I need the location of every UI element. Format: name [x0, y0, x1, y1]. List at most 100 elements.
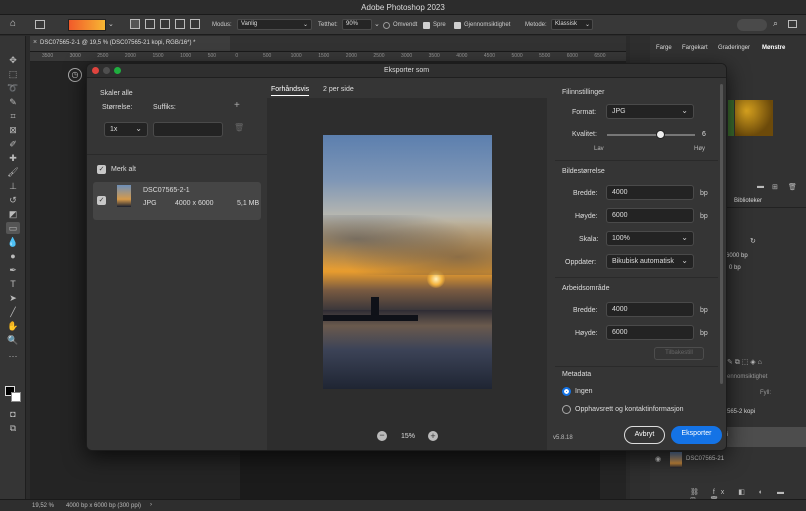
width-input[interactable]: 4000	[606, 185, 694, 200]
workspace-icon[interactable]	[788, 20, 797, 28]
tab-two-up[interactable]: 2 per side	[323, 86, 354, 93]
pattern-thumbnail-2[interactable]	[728, 100, 734, 136]
linear-gradient-icon[interactable]	[130, 19, 140, 29]
canvas-height-input[interactable]: 6000	[606, 325, 694, 340]
reset-button[interactable]: Tilbakestill	[654, 347, 704, 360]
reflected-gradient-icon[interactable]	[175, 19, 185, 29]
density-input[interactable]: 90%	[342, 19, 372, 30]
layer-row[interactable]: 565-2 kopi	[727, 405, 806, 423]
tab-patterns[interactable]: Mønstre	[762, 45, 785, 51]
eyedropper-tool-icon[interactable]: ✐	[6, 138, 20, 150]
mode-label: Modus:	[212, 22, 232, 28]
preview-image[interactable]	[323, 135, 492, 389]
gradient-swatch[interactable]	[68, 19, 106, 31]
cancel-button[interactable]: Avbryt	[624, 426, 665, 444]
angle-gradient-icon[interactable]	[160, 19, 170, 29]
tab-libraries[interactable]: Biblioteker	[734, 198, 762, 204]
chevron-down-icon: ⌄	[584, 22, 590, 28]
pattern-thumbnail[interactable]	[735, 100, 773, 136]
crop-tool-icon[interactable]: ⌗	[6, 110, 20, 122]
partial-text-fill: Fyll:	[760, 390, 771, 396]
marquee-tool-icon[interactable]: ⬚	[6, 68, 20, 80]
stamp-tool-icon[interactable]: ⊥	[6, 180, 20, 192]
line-tool-icon[interactable]: ╱	[6, 306, 20, 318]
search-icon[interactable]: ⌕	[773, 18, 778, 29]
close-icon[interactable]: ×	[33, 39, 37, 46]
history-icon[interactable]: ◷	[68, 68, 82, 82]
quick-mask-icon[interactable]: ◘	[6, 408, 20, 420]
quality-slider-track[interactable]	[607, 134, 695, 136]
add-icon[interactable]: ⊞	[772, 183, 778, 191]
folder-icon[interactable]: ▬	[757, 183, 764, 190]
mode-select[interactable]: Vanlig ⌄	[237, 19, 312, 30]
pen-tool-icon[interactable]: ✒	[6, 264, 20, 276]
zoom-tool-icon[interactable]: 🔍	[6, 334, 20, 346]
dither-checkbox[interactable]	[423, 22, 430, 29]
partial-text-opacity: ennomsiktighet	[727, 374, 768, 380]
rotate-icon[interactable]: ↻	[750, 237, 756, 245]
width-value: 4000	[612, 189, 628, 196]
diamond-gradient-icon[interactable]	[190, 19, 200, 29]
trash-icon[interactable]: 🗑	[788, 183, 797, 191]
quick-select-tool-icon[interactable]: ✎	[6, 96, 20, 108]
suffix-input[interactable]	[153, 122, 223, 137]
method-select[interactable]: Klassisk ⌄	[551, 19, 593, 30]
tab-preview[interactable]: Forhåndsvis	[271, 86, 310, 96]
select-all-checkbox[interactable]: ✓	[97, 165, 106, 174]
tab-swatches[interactable]: Fargekart	[682, 45, 708, 51]
status-zoom[interactable]: 19,52 %	[32, 503, 54, 509]
zoom-out-icon[interactable]: −	[377, 431, 387, 441]
export-button[interactable]: Eksporter	[671, 426, 722, 444]
ruler-tick-label: 1000	[290, 53, 302, 59]
reverse-radio[interactable]	[383, 22, 390, 29]
height-input[interactable]: 6000	[606, 208, 694, 223]
status-arrow-icon[interactable]: ›	[150, 502, 152, 508]
move-tool-icon[interactable]: ✥	[6, 54, 20, 66]
tab-gradients[interactable]: Graderinger	[718, 45, 750, 51]
type-tool-icon[interactable]: T	[6, 278, 20, 290]
gradient-tool-icon[interactable]: ▭	[6, 222, 20, 234]
layer-row-selected[interactable]: i	[727, 427, 806, 447]
lasso-tool-icon[interactable]: ➰	[6, 82, 20, 94]
eye-icon[interactable]: ◉	[655, 455, 661, 463]
gradient-dropdown-chevron-icon[interactable]: ⌄	[108, 20, 114, 28]
radial-gradient-icon[interactable]	[145, 19, 155, 29]
home-icon[interactable]: ⌂	[10, 18, 22, 30]
blur-tool-icon[interactable]: 💧	[6, 236, 20, 248]
ruler: 3500 3000 2500 2000 1500 1000 500 0 500 1000 1500 2…	[30, 52, 626, 62]
dodge-tool-icon[interactable]: ●	[6, 250, 20, 262]
screen-mode-icon[interactable]: ⧉	[6, 422, 20, 434]
history-brush-tool-icon[interactable]: ↺	[6, 194, 20, 206]
background-color-swatch[interactable]	[11, 392, 21, 402]
sea	[323, 310, 492, 389]
metadata-none-radio[interactable]	[562, 387, 571, 396]
brush-tool-icon[interactable]: 🖌	[6, 166, 20, 178]
layer-row[interactable]: ◉ DSC07565-21	[650, 450, 806, 470]
document-tab[interactable]: × DSC07565-2-1 @ 19,5 % (DSC07565-21 kop…	[30, 36, 230, 51]
more-tools-icon[interactable]: ···	[6, 350, 20, 362]
density-chevron-icon[interactable]: ⌄	[374, 20, 380, 28]
preview-zoom: 15%	[401, 433, 416, 440]
scale-select[interactable]: 100% ⌄	[606, 231, 694, 246]
scale-size-select[interactable]: 1x ⌄	[104, 122, 148, 137]
healing-tool-icon[interactable]: ✚	[6, 152, 20, 164]
tab-color[interactable]: Farge	[656, 45, 672, 51]
add-scale-icon[interactable]: +	[234, 100, 240, 111]
hand-tool-icon[interactable]: ✋	[6, 320, 20, 332]
zoom-in-icon[interactable]: +	[428, 431, 438, 441]
canvas-width-input[interactable]: 4000	[606, 302, 694, 317]
eraser-tool-icon[interactable]: ◩	[6, 208, 20, 220]
scrollbar[interactable]	[720, 84, 723, 384]
transparency-checkbox[interactable]	[454, 22, 461, 29]
file-checkbox[interactable]: ✓	[97, 196, 106, 205]
trash-icon[interactable]: 🗑	[234, 123, 244, 132]
brush-preset-icon[interactable]	[35, 20, 45, 29]
quality-slider-thumb[interactable]	[655, 130, 665, 139]
resample-select[interactable]: Bikubisk automatisk ⌄	[606, 254, 694, 269]
path-select-tool-icon[interactable]: ➤	[6, 292, 20, 304]
format-select[interactable]: JPG ⌄	[606, 104, 694, 119]
frame-tool-icon[interactable]: ⊠	[6, 124, 20, 136]
file-row[interactable]: ✓ DSC07565-2-1 JPG 4000 x 6000 5,1 MB	[93, 182, 261, 220]
metadata-copyright-radio[interactable]	[562, 405, 571, 414]
share-button[interactable]	[737, 19, 767, 31]
